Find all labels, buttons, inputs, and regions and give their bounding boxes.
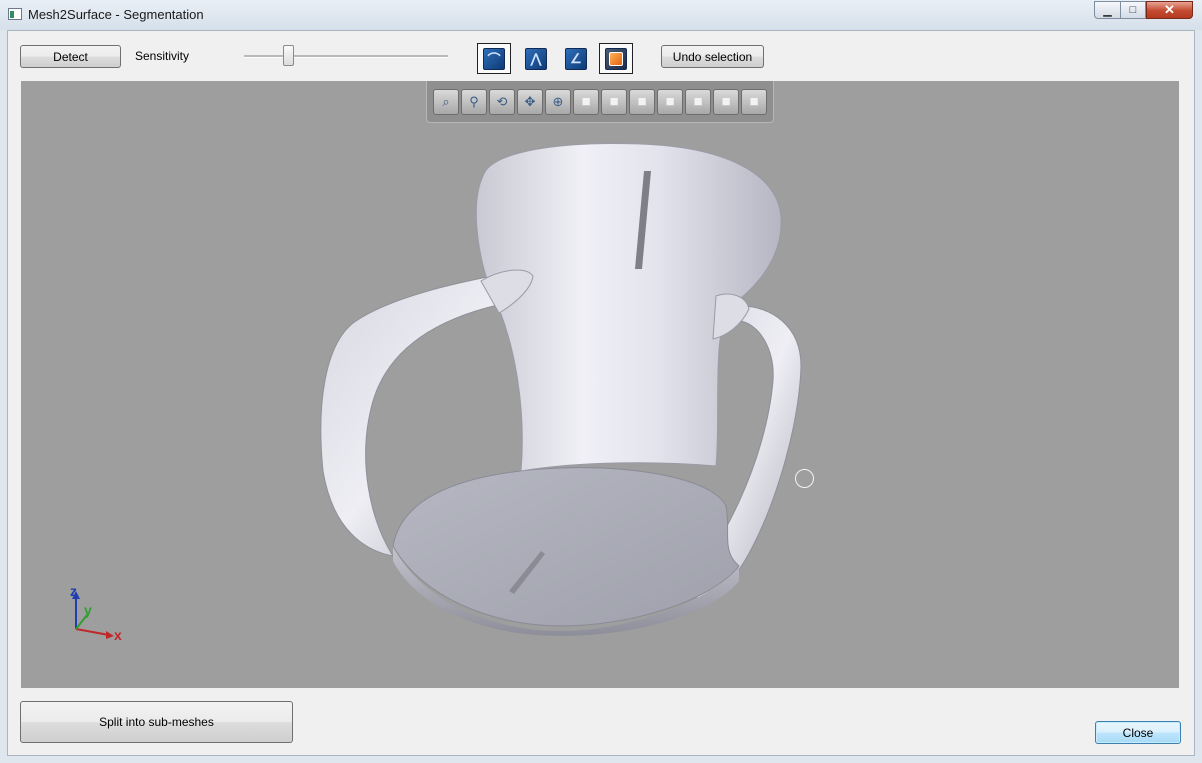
curve-select-tool-button[interactable]: ⌒ <box>477 43 511 74</box>
region-select-icon <box>605 47 627 70</box>
split-into-sub-meshes-button[interactable]: Split into sub-meshes <box>20 701 293 743</box>
cursor-indicator <box>795 469 814 488</box>
title-bar: Mesh2Surface - Segmentation ▁ □ ✕ <box>0 0 1202 30</box>
3d-viewport[interactable]: ⌕ ⚲ ⟲ ✥ ⊕ ■ ■ ■ ■ ■ ■ ■ z y x <box>21 81 1179 688</box>
region-select-tool-button[interactable] <box>599 43 633 74</box>
detect-button[interactable]: Detect <box>20 45 121 68</box>
axis-z-label: z <box>70 583 77 599</box>
axis-x-label: x <box>114 627 122 643</box>
axis-triad-lines <box>72 591 114 639</box>
chair-mesh-model[interactable] <box>21 81 1179 688</box>
app-icon <box>8 8 22 20</box>
pan-icon[interactable]: ✥ <box>517 88 543 115</box>
sensitivity-slider-track[interactable] <box>244 55 448 58</box>
axis-y-label: y <box>84 602 92 618</box>
view-front-icon[interactable]: ■ <box>573 88 599 115</box>
view-left-icon[interactable]: ■ <box>629 88 655 115</box>
undo-selection-button[interactable]: Undo selection <box>661 45 764 68</box>
angle-select-icon: ∠ <box>565 47 587 70</box>
zoom-fit-icon[interactable]: ⌕ <box>433 88 459 115</box>
view-toolbar: ⌕ ⚲ ⟲ ✥ ⊕ ■ ■ ■ ■ ■ ■ ■ <box>426 81 774 123</box>
edge-select-icon: ⋀ <box>525 47 547 70</box>
zoom-selection-icon[interactable]: ⊕ <box>545 88 571 115</box>
maximize-button[interactable]: □ <box>1120 1 1146 19</box>
sensitivity-label: Sensitivity <box>135 49 190 63</box>
curve-select-icon: ⌒ <box>483 47 505 70</box>
view-top-icon[interactable]: ■ <box>685 88 711 115</box>
edge-select-tool-button[interactable]: ⋀ <box>519 43 553 74</box>
close-button[interactable]: Close <box>1095 721 1181 744</box>
angle-select-tool-button[interactable]: ∠ <box>559 43 593 74</box>
sensitivity-slider-handle[interactable] <box>282 45 294 66</box>
minimize-button[interactable]: ▁ <box>1094 1 1121 19</box>
view-back-icon[interactable]: ■ <box>601 88 627 115</box>
axis-triad: z y x <box>57 581 137 651</box>
window-title: Mesh2Surface - Segmentation <box>28 7 204 22</box>
rotate-icon[interactable]: ⟲ <box>489 88 515 115</box>
zoom-icon[interactable]: ⚲ <box>461 88 487 115</box>
view-iso-icon[interactable]: ■ <box>741 88 767 115</box>
close-window-button[interactable]: ✕ <box>1146 1 1193 19</box>
view-right-icon[interactable]: ■ <box>657 88 683 115</box>
view-bottom-icon[interactable]: ■ <box>713 88 739 115</box>
